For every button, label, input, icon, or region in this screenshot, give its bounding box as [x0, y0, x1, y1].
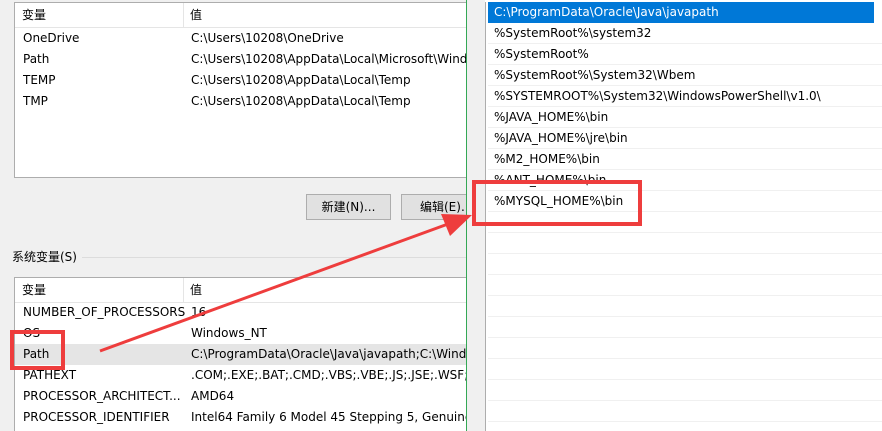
new-variable-button[interactable]: 新建(N)...: [306, 194, 391, 220]
user-variables-list[interactable]: 变量 值 OneDrive C:\Users\10208\OneDrive Pa…: [14, 2, 466, 178]
column-header-variable[interactable]: 变量: [15, 3, 46, 27]
path-entry[interactable]: %SystemRoot%: [488, 44, 882, 65]
annotation-box-path: [10, 330, 65, 370]
path-entry-empty[interactable]: [488, 254, 882, 275]
variable-value: 16: [191, 305, 207, 319]
table-row[interactable]: OS Windows_NT: [15, 323, 466, 344]
path-entry-empty[interactable]: [488, 275, 882, 296]
system-variables-header: 变量 值: [15, 278, 466, 303]
table-row[interactable]: PROCESSOR_IDENTIFIER Intel64 Family 6 Mo…: [15, 407, 466, 428]
variable-value: C:\Users\10208\AppData\Local\Microsoft\W…: [191, 52, 466, 66]
variable-value: C:\Users\10208\OneDrive: [191, 31, 344, 45]
variable-name: TEMP: [23, 73, 56, 87]
system-variables-label: 系统变量(S): [12, 250, 77, 264]
path-entry-empty[interactable]: [488, 401, 882, 422]
variable-name: PROCESSOR_ARCHITECT...: [23, 389, 181, 403]
path-entry[interactable]: %SystemRoot%\system32: [488, 23, 882, 44]
path-entry-empty[interactable]: [488, 317, 882, 338]
table-row[interactable]: NUMBER_OF_PROCESSORS 16: [15, 302, 466, 323]
variable-value: AMD64: [191, 389, 235, 403]
path-entry[interactable]: %JAVA_HOME%\jre\bin: [488, 128, 882, 149]
column-header-value[interactable]: 值: [183, 278, 202, 302]
path-entry[interactable]: %JAVA_HOME%\bin: [488, 107, 882, 128]
path-entry-selected[interactable]: C:\ProgramData\Oracle\Java\javapath: [488, 2, 874, 23]
variable-name: NUMBER_OF_PROCESSORS: [23, 305, 186, 319]
path-entry-empty[interactable]: [488, 380, 882, 401]
variable-value: C:\Users\10208\AppData\Local\Temp: [191, 94, 411, 108]
table-row[interactable]: Path C:\Users\10208\AppData\Local\Micros…: [15, 49, 466, 70]
variable-name: TMP: [23, 94, 48, 108]
path-entry[interactable]: %SYSTEMROOT%\System32\WindowsPowerShell\…: [488, 86, 882, 107]
path-entry-empty[interactable]: [488, 359, 882, 380]
path-entry[interactable]: %SystemRoot%\System32\Wbem: [488, 65, 882, 86]
table-row[interactable]: TEMP C:\Users\10208\AppData\Local\Temp: [15, 70, 466, 91]
variable-value: Intel64 Family 6 Model 45 Stepping 5, Ge…: [191, 410, 466, 424]
annotation-box-mysql: [472, 180, 642, 226]
user-variables-header: 变量 值: [15, 3, 466, 28]
variable-value: C:\ProgramData\Oracle\Java\javapath;C:\W…: [191, 347, 466, 361]
path-entry[interactable]: %M2_HOME%\bin: [488, 149, 882, 170]
variable-name: OneDrive: [23, 31, 80, 45]
variable-value: .COM;.EXE;.BAT;.CMD;.VBS;.VBE;.JS;.JSE;.…: [191, 368, 466, 382]
variable-name: Path: [23, 52, 50, 66]
variable-value: C:\Users\10208\AppData\Local\Temp: [191, 73, 411, 87]
table-row[interactable]: PROCESSOR_ARCHITECT... AMD64: [15, 386, 466, 407]
table-row-selected[interactable]: Path C:\ProgramData\Oracle\Java\javapath…: [15, 344, 466, 365]
system-variables-list[interactable]: 变量 值 NUMBER_OF_PROCESSORS 16 OS Windows_…: [14, 277, 466, 431]
table-row[interactable]: OneDrive C:\Users\10208\OneDrive: [15, 28, 466, 49]
path-entry-empty[interactable]: [488, 338, 882, 359]
path-entry-empty[interactable]: [488, 233, 882, 254]
environment-variables-dialog: 变量 值 OneDrive C:\Users\10208\OneDrive Pa…: [0, 0, 466, 431]
table-row[interactable]: PATHEXT .COM;.EXE;.BAT;.CMD;.VBS;.VBE;.J…: [15, 365, 466, 386]
group-divider: [82, 257, 466, 258]
variable-value: Windows_NT: [191, 326, 267, 340]
edit-variable-button[interactable]: 编辑(E)...: [401, 194, 466, 220]
column-header-value[interactable]: 值: [183, 3, 202, 27]
path-entry-empty[interactable]: [488, 296, 882, 317]
table-row[interactable]: TMP C:\Users\10208\AppData\Local\Temp: [15, 91, 466, 112]
variable-name: PROCESSOR_IDENTIFIER: [23, 410, 170, 424]
column-header-variable[interactable]: 变量: [15, 278, 46, 302]
